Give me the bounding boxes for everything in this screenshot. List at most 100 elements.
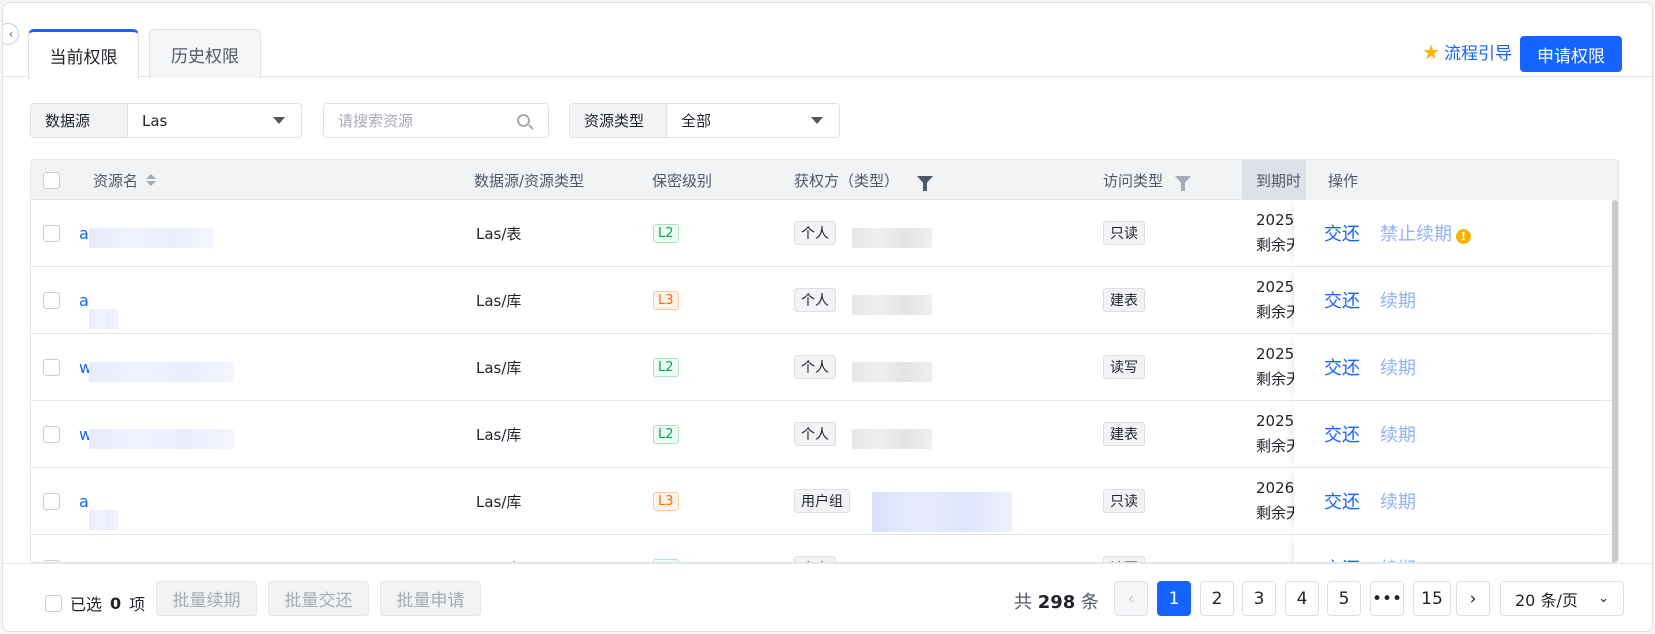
column-grantee[interactable]: 获权方（类型） — [794, 160, 934, 200]
grantee-type-tag: 个人 — [794, 422, 836, 446]
table-scrollbar[interactable] — [1612, 200, 1618, 562]
column-resource-name[interactable]: 资源名 — [93, 160, 157, 200]
row-checkbox[interactable] — [43, 291, 60, 309]
grantee-cell: 个人 — [794, 401, 1094, 467]
chevron-left-icon: ‹ — [8, 27, 14, 41]
grantee-cell: 个人 — [794, 535, 1094, 562]
resource-name-link[interactable]: a — [79, 224, 89, 243]
row-checkbox-cell — [43, 468, 60, 534]
apply-permission-button[interactable]: 申请权限 — [1520, 36, 1622, 72]
total-prefix: 共 — [1014, 592, 1032, 613]
selection-summary: 已选 0 项 — [45, 591, 145, 615]
row-checkbox-cell — [43, 401, 60, 467]
total-count: 共 298 条 — [1014, 588, 1099, 614]
grantee-type-tag: 个人 — [794, 221, 836, 245]
table-row[interactable]: a Las/表 L2 个人 只读 2025- 剩余天 交还 禁止续期! — [31, 200, 1618, 267]
resource-type-filter[interactable]: 资源类型 全部 — [569, 103, 840, 138]
redacted-overlay — [89, 468, 289, 534]
search-icon[interactable] — [517, 114, 530, 127]
source-type-cell: Las/库 — [476, 425, 522, 444]
tab-history-permissions[interactable]: 历史权限 — [149, 29, 261, 78]
batch-apply-button[interactable]: 批量申请 — [380, 581, 481, 616]
grantee-type-tag: 用户组 — [794, 489, 850, 513]
resource-search-input[interactable]: 请搜索资源 — [323, 103, 549, 138]
return-button[interactable]: 交还 — [1324, 354, 1360, 380]
chevron-left-icon: ‹ — [1127, 588, 1135, 609]
table-row[interactable]: w Las/库 L2 个人 建表 2025- 剩余天 交还 续期 — [31, 401, 1618, 468]
page-button-4[interactable]: 4 — [1285, 581, 1319, 616]
column-source-type: 数据源/资源类型 — [474, 171, 585, 190]
select-all-checkbox[interactable] — [43, 171, 60, 189]
page-button-5[interactable]: 5 — [1327, 581, 1361, 616]
page-size-select[interactable]: 20 条/页 ⌄ — [1500, 581, 1624, 616]
return-button[interactable]: 交还 — [1324, 421, 1360, 447]
page-button-1[interactable]: 1 — [1157, 581, 1191, 616]
security-level-cell: L2 — [653, 200, 679, 266]
select-all-footer-checkbox[interactable] — [45, 594, 62, 612]
source-filter-value: Las — [142, 111, 168, 130]
filter-icon[interactable] — [1175, 175, 1192, 191]
access-type-cell: 只读 — [1103, 468, 1145, 534]
renew-button[interactable]: 续期 — [1380, 488, 1416, 514]
actions-cell: 交还 禁止续期! — [1294, 200, 1612, 266]
row-checkbox[interactable] — [43, 492, 60, 510]
renew-disabled-button[interactable]: 禁止续期! — [1380, 220, 1471, 246]
sort-icon[interactable] — [146, 174, 157, 186]
security-level-cell: L3 — [653, 267, 679, 333]
return-button[interactable]: 交还 — [1324, 488, 1360, 514]
source-type-cell: Las/库 — [476, 535, 521, 563]
security-level-cell: L2 — [653, 401, 679, 467]
filter-icon[interactable] — [917, 175, 934, 191]
batch-return-button[interactable]: 批量交还 — [268, 581, 369, 616]
return-button[interactable]: 交还 — [1324, 555, 1360, 562]
security-level-cell: L2 — [653, 535, 679, 562]
table-row[interactable]: Las/库L2个人读写2026-交还续期 — [31, 535, 1618, 563]
column-label: 资源名 — [93, 171, 139, 190]
page-button-3[interactable]: 3 — [1242, 581, 1276, 616]
resource-name-cell — [79, 535, 459, 562]
process-guide-link[interactable]: ★ 流程引导 — [1422, 39, 1512, 65]
return-button[interactable]: 交还 — [1324, 287, 1360, 313]
column-expire-time[interactable]: 到期时 — [1242, 160, 1306, 200]
tab-current-permissions[interactable]: 当前权限 — [28, 29, 139, 79]
prev-page-button[interactable]: ‹ — [1114, 581, 1148, 616]
resource-name-cell: a — [79, 468, 459, 534]
warning-icon[interactable]: ! — [1456, 229, 1471, 244]
renew-button[interactable]: 续期 — [1380, 421, 1416, 447]
return-button[interactable]: 交还 — [1324, 220, 1360, 246]
row-checkbox-cell — [43, 200, 60, 266]
access-type-cell: 读写 — [1103, 334, 1145, 400]
chevron-down-icon: ⌄ — [1598, 591, 1609, 606]
resource-name-link[interactable]: a — [79, 492, 89, 511]
row-checkbox[interactable] — [43, 425, 60, 443]
next-page-button[interactable]: › — [1456, 581, 1490, 616]
renew-label: 续期 — [1380, 291, 1416, 312]
source-filter[interactable]: 数据源 Las — [30, 103, 302, 138]
table-row[interactable]: w Las/库 L2 个人 读写 2025- 剩余天 交还 续期 — [31, 334, 1618, 401]
renew-button[interactable]: 续期 — [1380, 287, 1416, 313]
row-checkbox[interactable] — [43, 358, 60, 376]
resource-name-cell: w — [79, 401, 459, 467]
source-type-cell: Las/表 — [476, 224, 522, 243]
table-row[interactable]: a Las/库 L3 个人 建表 2025- 剩余天 交还 续期 — [31, 267, 1618, 334]
resource-name-cell: a — [79, 200, 459, 266]
column-access-type[interactable]: 访问类型 — [1103, 160, 1192, 200]
batch-renew-button[interactable]: 批量续期 — [156, 581, 257, 616]
resource-type-filter-label: 资源类型 — [570, 104, 667, 137]
search-placeholder: 请搜索资源 — [338, 112, 414, 130]
selected-count: 0 — [110, 593, 122, 613]
redacted-overlay — [89, 401, 289, 467]
access-type-cell: 只读 — [1103, 200, 1145, 266]
table-row[interactable]: a Las/库 L3 用户组 只读 2026- 剩余天 交还 续期 — [31, 468, 1618, 535]
resource-name-link[interactable]: a — [79, 291, 89, 310]
page-button-2[interactable]: 2 — [1200, 581, 1234, 616]
column-security-level: 保密级别 — [652, 171, 713, 190]
renew-button[interactable]: 续期 — [1380, 555, 1416, 562]
more-pages-button[interactable]: ••• — [1370, 581, 1404, 616]
renew-button[interactable]: 续期 — [1380, 354, 1416, 380]
row-checkbox[interactable] — [43, 224, 60, 242]
redacted-grantee-name — [852, 228, 932, 248]
access-type-cell: 建表 — [1103, 401, 1145, 467]
page-button-15[interactable]: 15 — [1413, 581, 1451, 616]
process-guide-label: 流程引导 — [1444, 44, 1512, 64]
